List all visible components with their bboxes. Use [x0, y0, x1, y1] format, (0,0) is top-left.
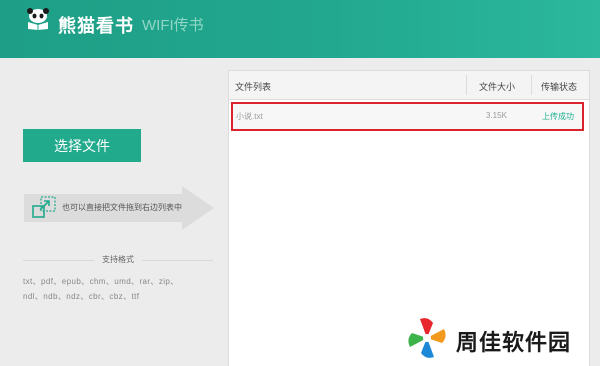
- file-name: 小说.txt: [236, 112, 263, 121]
- select-file-button[interactable]: 选择文件: [23, 129, 141, 162]
- app-name: 熊猫看书: [58, 16, 134, 36]
- drag-hint-text: 也可以直接把文件拖到右边列表中: [62, 203, 182, 212]
- file-size: 3.15K: [486, 111, 507, 120]
- drag-hint: 也可以直接把文件拖到右边列表中: [24, 186, 214, 230]
- pinwheel-logo-icon: [408, 318, 446, 358]
- column-header-file-list: 文件列表: [235, 82, 272, 92]
- column-separator: [466, 75, 467, 95]
- column-header-file-size: 文件大小: [479, 82, 516, 92]
- column-separator: [531, 75, 532, 95]
- transfer-status: 上传成功: [542, 112, 574, 121]
- panda-book-icon: [27, 8, 49, 30]
- watermark: 周佳软件园: [404, 315, 594, 361]
- watermark-text: 周佳软件园: [456, 330, 572, 355]
- file-list-header: 文件列表 文件大小 传输状态: [229, 71, 589, 100]
- drag-expand-icon: [32, 196, 56, 218]
- column-header-transfer-status: 传输状态: [541, 82, 578, 92]
- formats-line: txt、pdf、epub、chm、umd、rar、zip、: [23, 277, 179, 286]
- upload-panel: 选择文件 也可以直接把文件拖到右边列表中 支持格式 txt、pdf、epub、c…: [0, 58, 228, 365]
- formats-line: ndl、ndb、ndz、cbr、cbz、ttf: [23, 292, 140, 301]
- table-row[interactable]: 小说.txt 3.15K 上传成功: [231, 102, 584, 131]
- formats-title: 支持格式: [23, 254, 213, 265]
- app-subtitle: WIFI传书: [142, 17, 204, 34]
- app-header: 熊猫看书 WIFI传书: [0, 0, 600, 58]
